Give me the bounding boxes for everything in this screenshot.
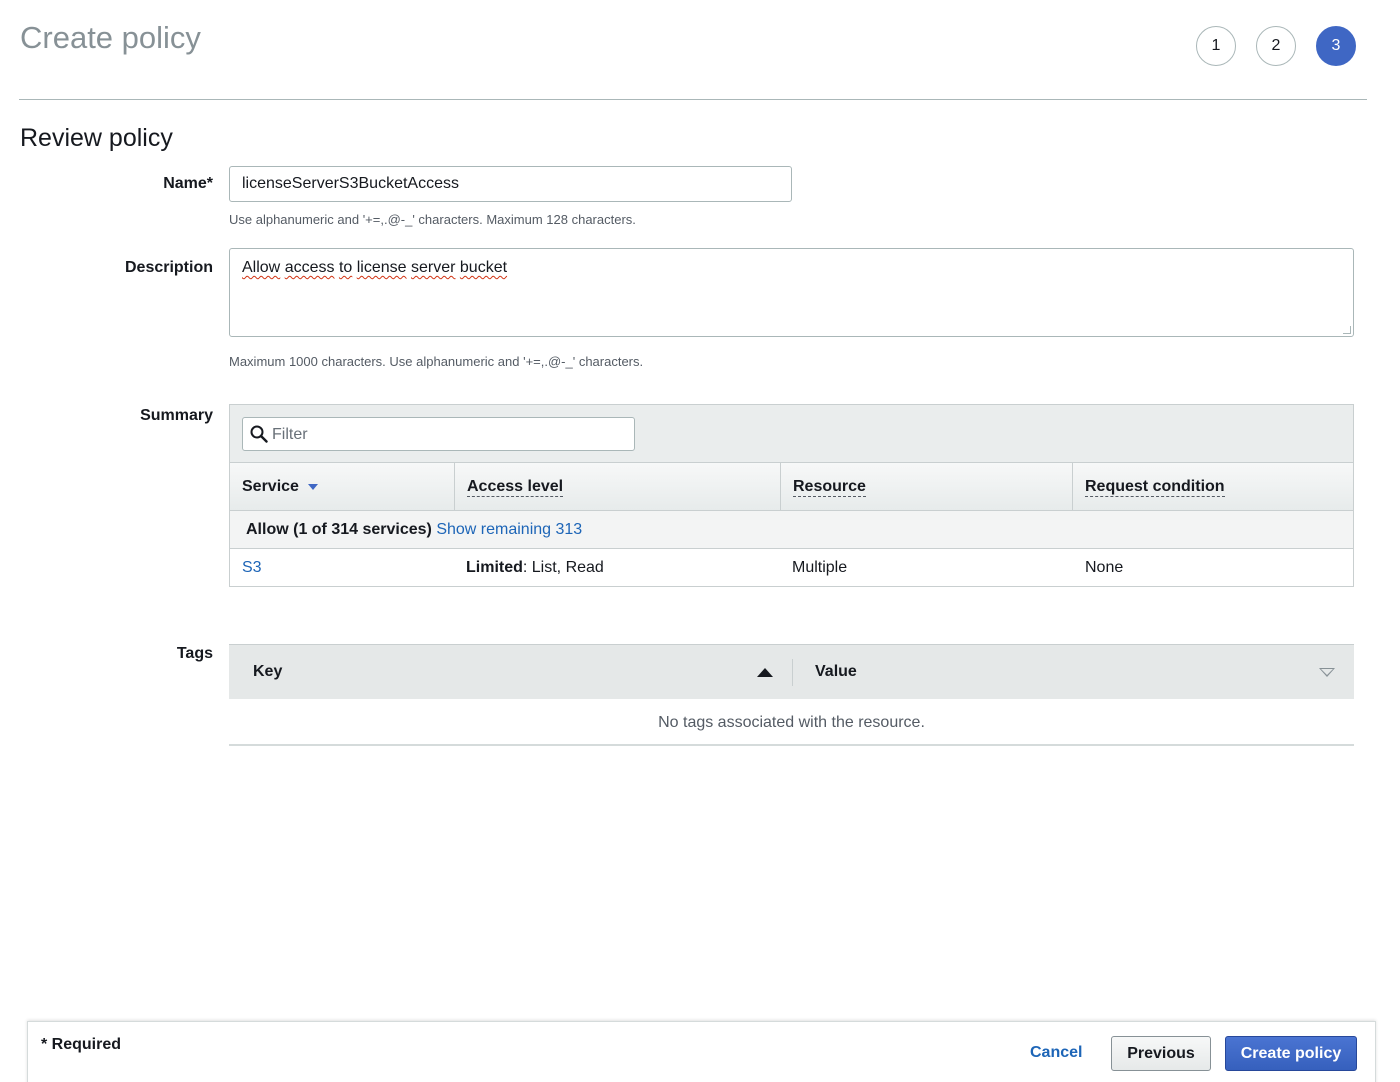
filter-input[interactable]: Filter [242, 417, 635, 451]
description-hint: Maximum 1000 characters. Use alphanumeri… [229, 354, 644, 369]
name-hint: Use alphanumeric and '+=,.@-_' character… [229, 212, 636, 227]
tags-empty-message: No tags associated with the resource. [658, 714, 925, 731]
search-icon [250, 425, 268, 443]
previous-button[interactable]: Previous [1111, 1036, 1211, 1071]
header-divider [19, 99, 1367, 100]
column-header-service[interactable]: Service [230, 463, 455, 511]
column-header-access-level[interactable]: Access level [455, 463, 781, 511]
column-header-label: Request condition [1085, 478, 1225, 497]
wizard-steps: 1 2 3 [1196, 26, 1356, 66]
description-label: Description [124, 259, 213, 276]
access-level-cell: Limited: List, Read [466, 559, 604, 577]
summary-label: Summary [140, 407, 213, 424]
access-level-prefix: Limited [466, 559, 523, 576]
section-title: Review policy [20, 124, 173, 152]
description-textarea[interactable]: Allow access to license server bucket [229, 248, 1354, 337]
policy-name-input[interactable] [229, 166, 792, 202]
summary-table: Filter Service Access level Resource Req… [229, 404, 1354, 587]
column-header-label: Resource [793, 478, 866, 497]
tags-key-header[interactable]: Key [253, 663, 282, 681]
sort-toggle-icon[interactable] [1319, 668, 1335, 677]
tags-value-header[interactable]: Value [815, 663, 857, 681]
column-header-label: Access level [467, 478, 564, 497]
filter-placeholder: Filter [272, 426, 308, 443]
required-note: * Required [41, 1036, 122, 1053]
name-label: Name* [163, 175, 213, 192]
column-header-request-condition[interactable]: Request condition [1073, 463, 1353, 511]
description-word: access [284, 259, 335, 276]
column-header-label: Service [242, 478, 299, 495]
column-header-resource[interactable]: Resource [781, 463, 1073, 511]
tags-bottom-border [229, 744, 1354, 746]
description-word: license [356, 259, 407, 276]
request-condition-cell: None [1085, 559, 1124, 576]
sort-ascending-icon[interactable] [757, 668, 773, 677]
step-1-indicator[interactable]: 1 [1196, 26, 1236, 66]
cancel-button[interactable]: Cancel [1030, 1044, 1082, 1062]
show-remaining-link[interactable]: Show remaining 313 [436, 521, 582, 538]
tags-table: Key Value No tags associated with the re… [229, 644, 1354, 746]
service-link[interactable]: S3 [242, 559, 262, 577]
description-word: Allow [242, 259, 281, 276]
step-2-indicator[interactable]: 2 [1256, 26, 1296, 66]
page-header: Create policy 1 2 3 [0, 0, 1400, 100]
allow-group-row: Allow (1 of 314 services) Show remaining… [230, 511, 1353, 549]
allow-count-text: Allow (1 of 314 services) [246, 521, 432, 538]
description-word: to [338, 259, 353, 276]
wizard-footer: * Required Cancel Previous Create policy [27, 1021, 1376, 1082]
description-word: bucket [459, 259, 508, 276]
sort-descending-icon [307, 483, 318, 490]
page-title: Create policy [20, 20, 201, 55]
resource-cell: Multiple [792, 559, 848, 576]
table-row: S3 Limited: List, Read Multiple None [230, 549, 1353, 587]
step-3-indicator[interactable]: 3 [1316, 26, 1356, 66]
create-policy-button[interactable]: Create policy [1225, 1036, 1357, 1071]
tags-table-header: Key Value [229, 644, 1354, 699]
access-level-rest: : List, Read [522, 559, 604, 576]
description-word: server [411, 259, 456, 276]
tags-label: Tags [176, 645, 213, 662]
resize-handle-icon[interactable] [1343, 326, 1351, 334]
column-divider [792, 659, 793, 686]
summary-filter-bar: Filter [230, 405, 1353, 463]
summary-table-header: Service Access level Resource Request co… [230, 463, 1353, 511]
